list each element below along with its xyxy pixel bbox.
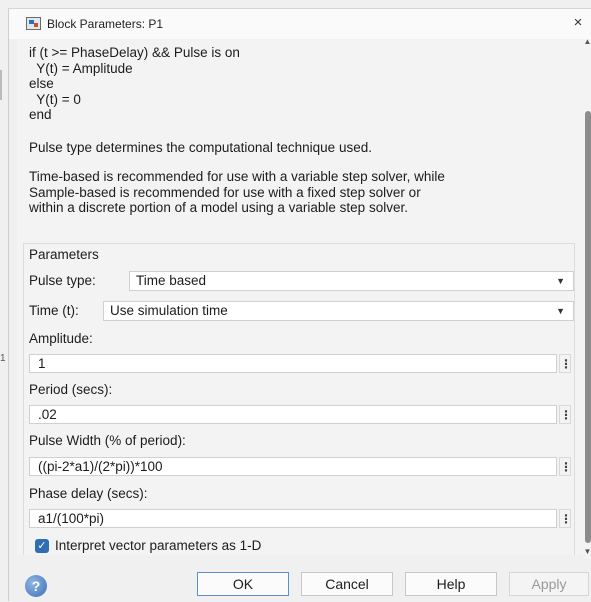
code-line: else <box>29 76 54 91</box>
chevron-down-icon: ▼ <box>556 306 565 316</box>
recommendation-line: within a discrete portion of a model usi… <box>29 200 408 215</box>
interpret-vector-label: Interpret vector parameters as 1-D <box>55 538 262 553</box>
period-label: Period (secs): <box>29 382 113 397</box>
block-parameters-icon <box>26 17 41 30</box>
period-input[interactable]: .02 <box>29 405 557 424</box>
chevron-down-icon: ▼ <box>556 276 565 286</box>
parameters-title: Parameters <box>29 247 99 262</box>
close-button[interactable]: × <box>568 13 588 33</box>
dialog-content: if (t >= PhaseDelay) && Pulse is on Y(t)… <box>17 39 583 555</box>
pulse-type-dropdown[interactable]: Time based ▼ <box>129 271 574 291</box>
kebab-menu-icon[interactable]: ⋮ <box>559 457 572 476</box>
window-title: Block Parameters: P1 <box>47 17 164 31</box>
vertical-scrollbar[interactable]: ▲ ▼ <box>583 37 591 559</box>
pulse-type-note: Pulse type determines the computational … <box>29 139 372 155</box>
time-label: Time (t): <box>29 303 79 318</box>
scroll-up-icon[interactable]: ▲ <box>583 37 591 46</box>
edge-mark: 1 <box>0 353 6 364</box>
pulse-type-label: Pulse type: <box>29 273 96 288</box>
phase-delay-input[interactable]: a1/(100*pi) <box>29 509 557 528</box>
code-line: Y(t) = Amplitude <box>29 60 133 76</box>
kebab-menu-icon[interactable]: ⋮ <box>559 509 572 528</box>
scroll-down-icon[interactable]: ▼ <box>583 547 591 556</box>
kebab-menu-icon[interactable]: ⋮ <box>559 405 572 424</box>
help-button[interactable]: Help <box>405 572 497 596</box>
amplitude-input[interactable]: 1 <box>29 354 557 373</box>
button-bar: ? OK Cancel Help Apply <box>9 559 591 602</box>
apply-button[interactable]: Apply <box>509 572 589 596</box>
pulse-width-input[interactable]: ((pi-2*a1)/(2*pi))*100 <box>29 457 557 476</box>
phase-delay-label: Phase delay (secs): <box>29 486 148 501</box>
cancel-button[interactable]: Cancel <box>301 572 393 596</box>
pulse-width-label: Pulse Width (% of period): <box>29 433 186 448</box>
recommendation-line: Sample-based is recommended for use with… <box>29 184 421 200</box>
recommendation-line: Time-based is recommended for use with a… <box>29 169 445 184</box>
code-line: end <box>29 107 52 122</box>
interpret-vector-checkbox[interactable]: ✓ <box>35 539 49 553</box>
code-line: Y(t) = 0 <box>29 91 81 107</box>
ok-button[interactable]: OK <box>197 572 289 596</box>
block-parameters-dialog: Block Parameters: P1 × if (t >= PhaseDel… <box>8 8 591 602</box>
title-bar: Block Parameters: P1 × <box>9 9 591 39</box>
block-description: if (t >= PhaseDelay) && Pulse is on Y(t)… <box>29 45 574 216</box>
help-question-icon[interactable]: ? <box>25 575 47 597</box>
scroll-thumb[interactable] <box>585 111 591 543</box>
kebab-menu-icon[interactable]: ⋮ <box>559 354 572 373</box>
code-line: if (t >= PhaseDelay) && Pulse is on <box>29 45 240 60</box>
time-dropdown[interactable]: Use simulation time ▼ <box>103 301 574 321</box>
time-value: Use simulation time <box>110 303 228 318</box>
amplitude-label: Amplitude: <box>29 331 93 346</box>
pulse-type-value: Time based <box>136 273 207 288</box>
